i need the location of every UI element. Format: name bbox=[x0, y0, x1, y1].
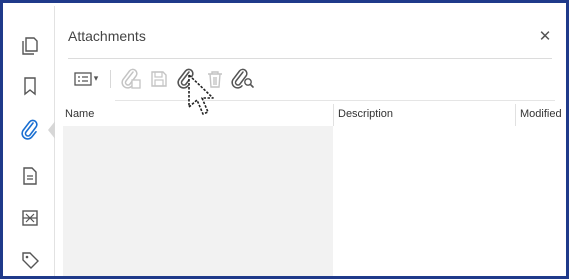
rail-attachments-button[interactable] bbox=[12, 114, 56, 146]
description-column-body bbox=[334, 126, 566, 276]
table-header: Name Description Modified bbox=[55, 104, 566, 126]
tag-icon bbox=[22, 252, 39, 269]
mouse-pointer-icon bbox=[188, 74, 214, 115]
close-panel-button[interactable]: ✕ bbox=[535, 26, 555, 46]
panel-title: Attachments bbox=[68, 28, 146, 44]
column-header-modified[interactable]: Modified bbox=[520, 108, 562, 120]
title-divider bbox=[68, 58, 552, 59]
column-header-name[interactable]: Name bbox=[65, 108, 94, 120]
options-button[interactable]: ▾ bbox=[68, 66, 104, 92]
pages-icon bbox=[22, 37, 38, 55]
rail-page-thumbnails-button[interactable] bbox=[12, 160, 48, 192]
attachments-panel: Attachments ✕ ▾ Name Description Modifie… bbox=[55, 6, 566, 276]
rail-bookmarks-button[interactable] bbox=[12, 70, 48, 102]
column-resize-handle[interactable] bbox=[515, 104, 516, 126]
open-attachment-icon bbox=[121, 68, 141, 89]
column-header-description[interactable]: Description bbox=[338, 108, 393, 120]
close-icon: ✕ bbox=[538, 27, 552, 45]
navigation-rail bbox=[6, 6, 56, 276]
layers-icon bbox=[22, 210, 38, 226]
toolbar-divider bbox=[115, 100, 555, 101]
search-attachment-icon bbox=[231, 68, 254, 89]
column-resize-handle[interactable] bbox=[333, 104, 334, 126]
search-attachment-button[interactable] bbox=[230, 66, 256, 92]
attachments-toolbar: ▾ bbox=[68, 66, 548, 92]
save-attachment-button[interactable] bbox=[146, 66, 172, 92]
chevron-down-icon: ▾ bbox=[93, 74, 99, 84]
page-thumbnail-icon bbox=[23, 167, 37, 185]
name-column-body bbox=[63, 126, 333, 276]
bookmark-icon bbox=[24, 77, 36, 96]
attachment-icon bbox=[21, 119, 38, 140]
open-attachment-button[interactable] bbox=[118, 66, 144, 92]
toolbar-separator bbox=[110, 70, 111, 88]
rail-layers-button[interactable] bbox=[12, 202, 48, 234]
save-attachment-icon bbox=[151, 71, 167, 87]
rail-tags-button[interactable] bbox=[12, 244, 48, 276]
window-frame: Attachments ✕ ▾ Name Description Modifie… bbox=[0, 0, 569, 279]
rail-pages-button[interactable] bbox=[12, 30, 48, 62]
options-icon bbox=[74, 72, 92, 86]
